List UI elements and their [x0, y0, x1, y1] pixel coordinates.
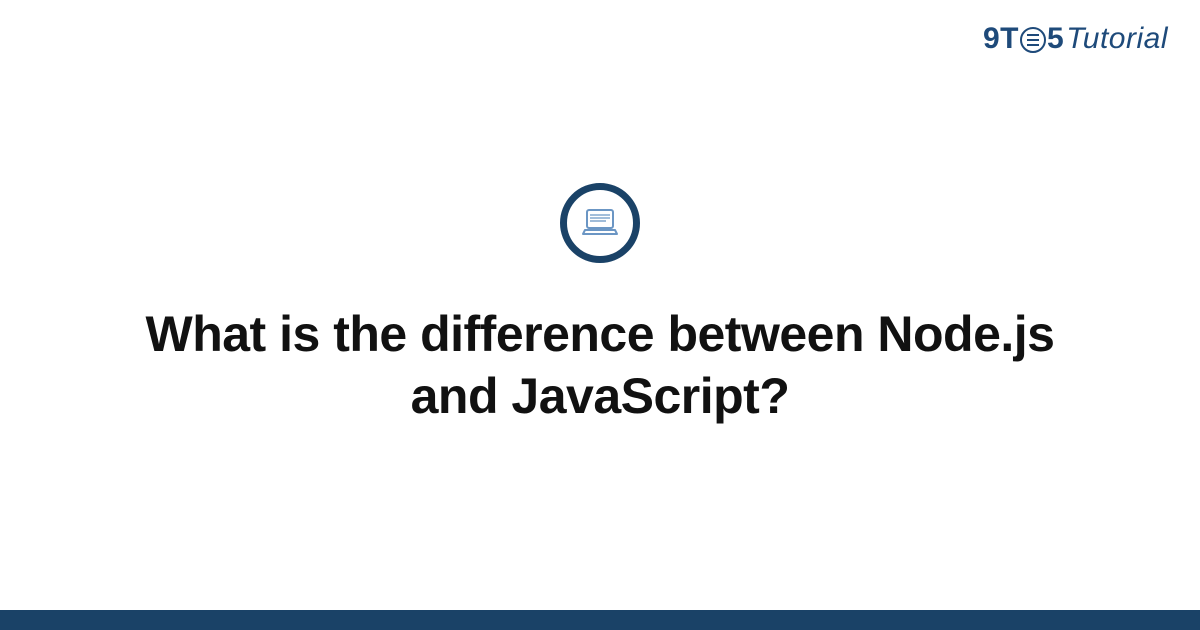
main-content: What is the difference between Node.js a… [0, 0, 1200, 610]
laptop-icon-circle [560, 183, 640, 263]
article-title: What is the difference between Node.js a… [120, 303, 1080, 428]
laptop-icon [578, 201, 622, 245]
footer-accent-bar [0, 610, 1200, 630]
